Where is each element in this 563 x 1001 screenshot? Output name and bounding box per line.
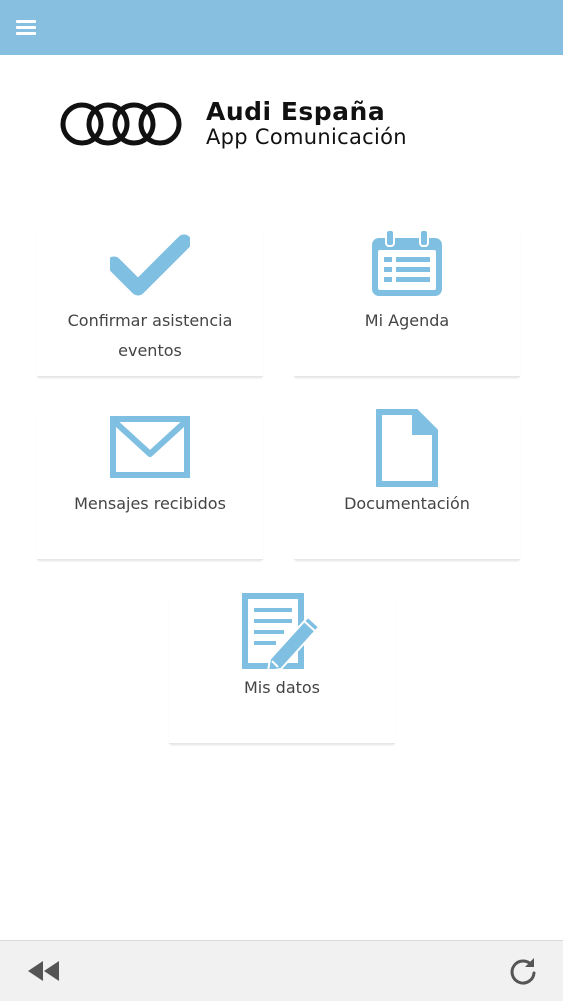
messages-tile[interactable]: Mensajes recibidos — [37, 409, 263, 560]
tile-label: Documentación — [344, 494, 470, 513]
tile-label: Mi Agenda — [364, 311, 450, 330]
logo-brand-text: Audi España — [206, 97, 386, 126]
documentation-tile[interactable]: Documentación — [294, 409, 520, 560]
edit-form-icon — [242, 593, 320, 669]
envelope-icon — [110, 416, 190, 478]
audi-rings-logo — [60, 102, 182, 146]
tile-label: Mis datos — [243, 678, 321, 697]
reload-icon[interactable] — [508, 956, 538, 986]
top-bar — [0, 0, 563, 55]
bottom-bar — [0, 940, 563, 1001]
calendar-icon — [372, 230, 442, 296]
hamburger-menu-icon[interactable] — [14, 17, 40, 39]
confirm-attendance-tile[interactable]: Confirmar asistencia eventos — [37, 226, 263, 377]
checkmark-icon — [110, 234, 190, 296]
my-data-tile[interactable]: Mis datos — [169, 593, 395, 744]
tile-label: Confirmar asistencia eventos — [67, 311, 233, 360]
tile-label: Mensajes recibidos — [74, 494, 226, 513]
rewind-icon[interactable] — [26, 959, 62, 983]
document-icon — [376, 409, 438, 487]
agenda-tile[interactable]: Mi Agenda — [294, 226, 520, 377]
logo-subtitle-text: App Comunicación — [206, 125, 407, 149]
app-logo: Audi España App Comunicación — [60, 97, 480, 157]
